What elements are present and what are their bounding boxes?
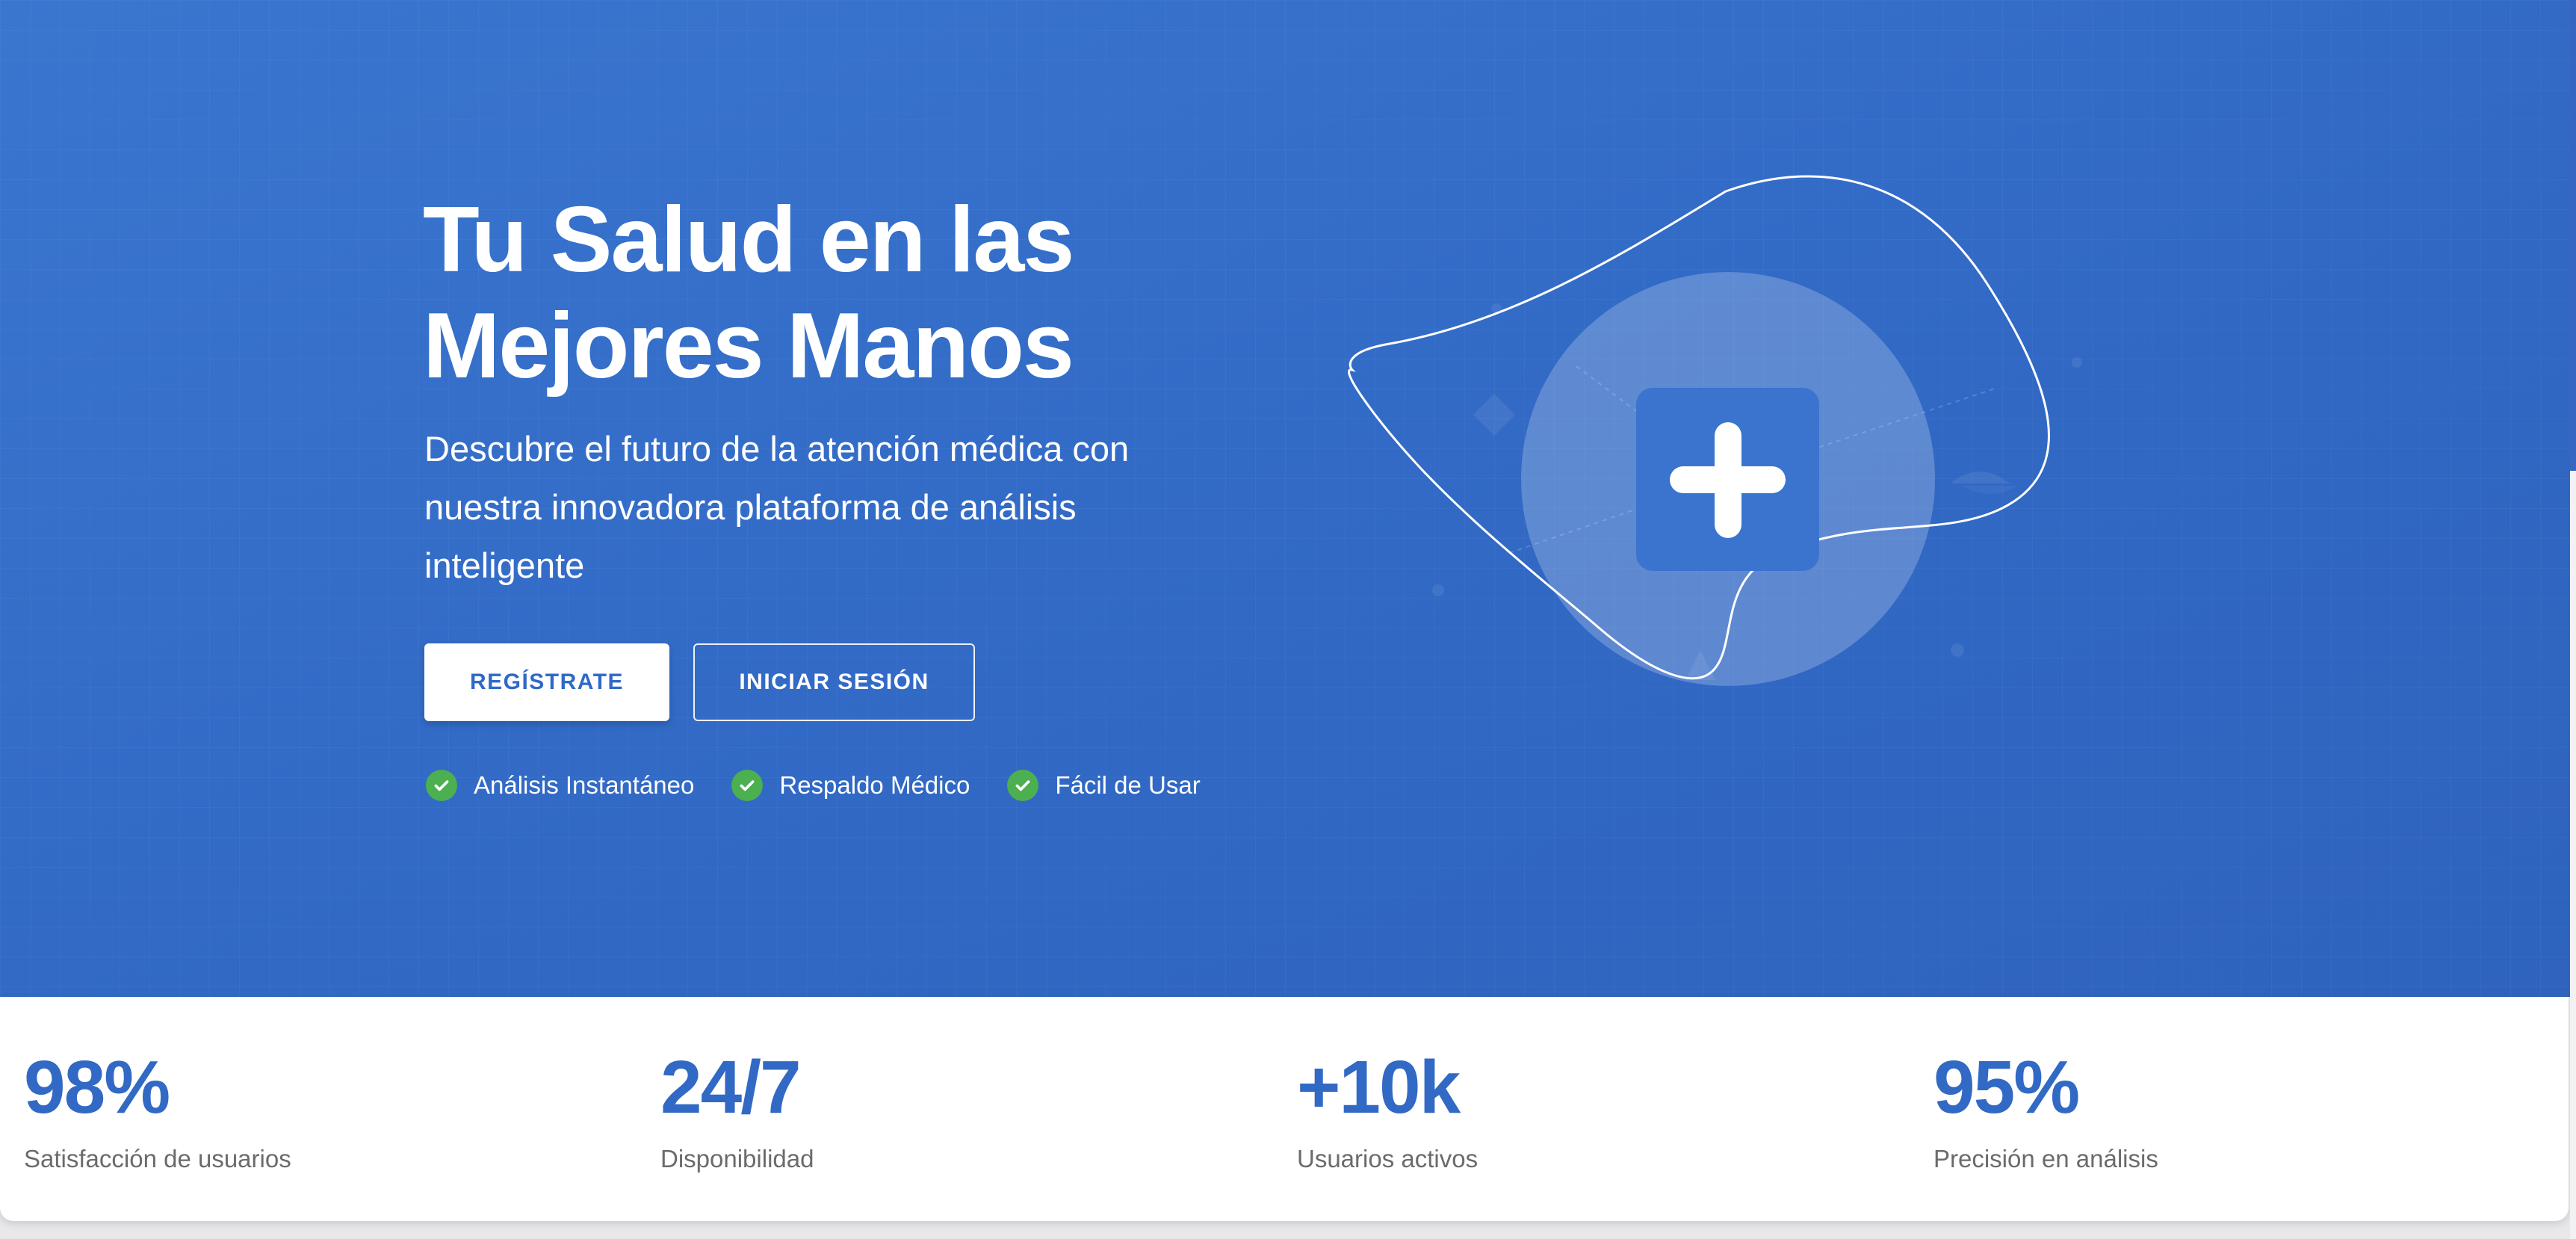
feature-item: Respaldo Médico — [731, 770, 970, 801]
stat-value: +10k — [1297, 1045, 1461, 1129]
stat-item: 95% Precisión en análisis — [1933, 1046, 2158, 1173]
stat-value: 24/7 — [660, 1045, 802, 1129]
stat-label: Usuarios activos — [1297, 1145, 1479, 1172]
login-button[interactable]: INICIAR SESIÓN — [693, 643, 975, 721]
hero-title: Tu Salud en las Mejores Manos — [423, 187, 1319, 399]
hero-illustration — [1348, 175, 2082, 686]
feature-list: Análisis Instantáneo Respaldo Médico Fác… — [426, 770, 1238, 801]
stat-label: Disponibilidad — [660, 1145, 814, 1172]
stat-label: Precisión en análisis — [1933, 1145, 2158, 1172]
stat-label: Satisfacción de usuarios — [24, 1145, 291, 1172]
feature-label: Fácil de Usar — [1055, 771, 1201, 799]
stat-item: +10k Usuarios activos — [1297, 1046, 1478, 1173]
medical-plus-icon — [1636, 388, 1819, 571]
feature-label: Respaldo Médico — [779, 771, 970, 799]
stat-item: 24/7 Disponibilidad — [660, 1046, 814, 1173]
page: Tu Salud en las Mejores Manos Descubre e… — [0, 0, 2576, 1239]
stat-value: 98% — [24, 1045, 170, 1129]
register-button[interactable]: REGÍSTRATE — [424, 643, 669, 721]
scrollbar-track[interactable] — [2570, 0, 2576, 1239]
hero-section: Tu Salud en las Mejores Manos Descubre e… — [0, 0, 2570, 997]
feature-label: Análisis Instantáneo — [474, 771, 695, 799]
stat-value: 95% — [1933, 1045, 2080, 1129]
scrollbar-thumb[interactable] — [2570, 0, 2576, 471]
hero-title-line-2: Mejores Manos — [423, 294, 1074, 398]
stat-item: 98% Satisfacción de usuarios — [24, 1046, 291, 1173]
check-circle-icon — [426, 770, 457, 801]
hero-title-line-1: Tu Salud en las — [423, 188, 1074, 291]
hero-subtitle: Descubre el futuro de la atención médica… — [424, 429, 1130, 585]
hero-grid-pattern — [0, 0, 2570, 997]
feature-item: Análisis Instantáneo — [426, 770, 694, 801]
check-circle-icon — [731, 770, 764, 801]
stats-section: 98% Satisfacción de usuarios 24/7 Dispon… — [0, 997, 2569, 1221]
feature-item: Fácil de Usar — [1007, 770, 1201, 801]
check-circle-icon — [1007, 770, 1039, 801]
